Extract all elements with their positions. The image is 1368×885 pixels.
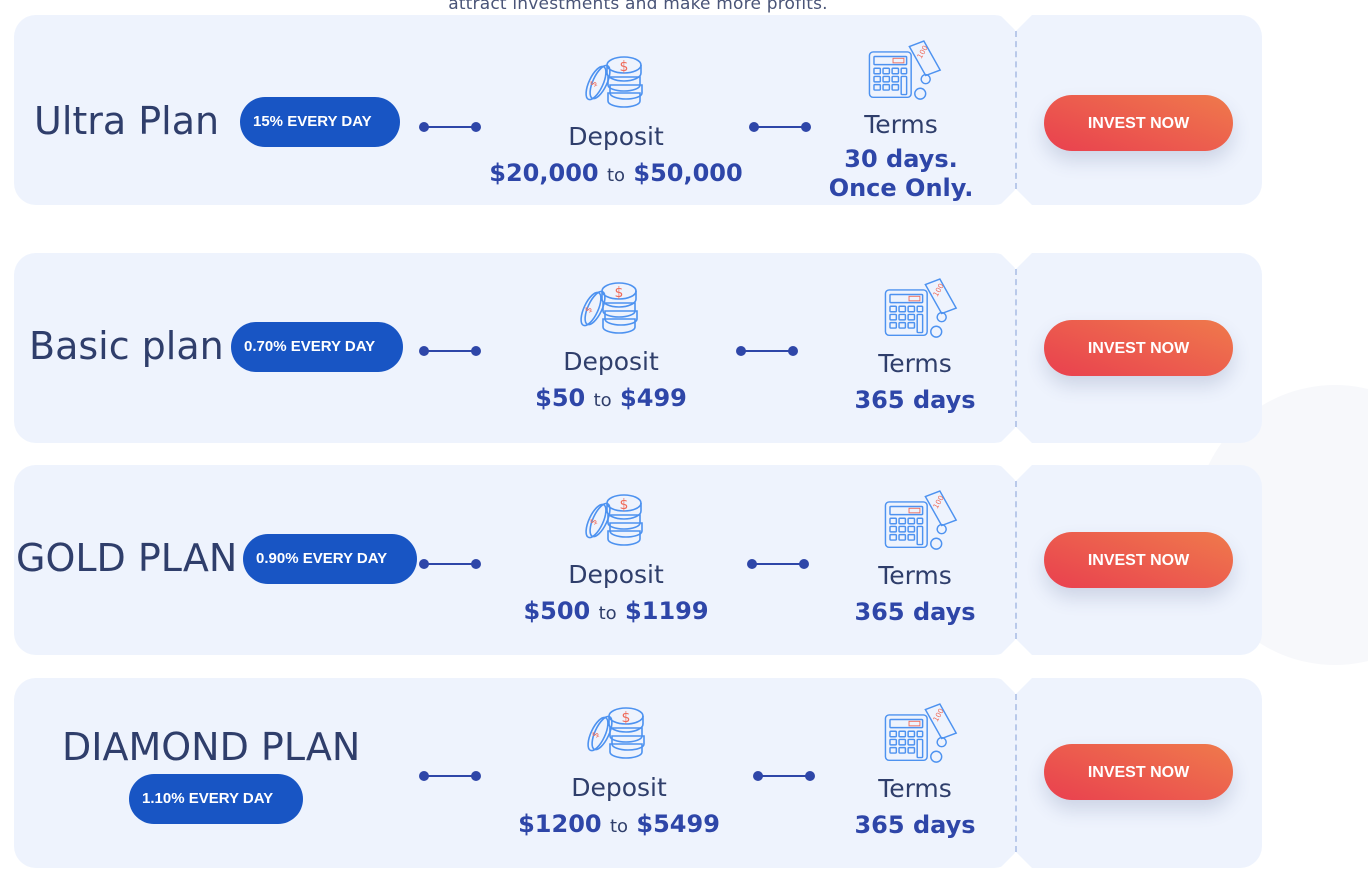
plan-name: Basic plan [29, 324, 224, 368]
range-separator: to [609, 816, 629, 837]
invest-now-button[interactable]: INVEST NOW [1044, 95, 1233, 151]
rate-badge: 0.70% EVERY DAY [231, 322, 403, 372]
terms-column: Terms 365 days [815, 349, 1015, 415]
dashed-divider [1015, 269, 1017, 427]
deposit-column: Deposit $500 to $1199 [466, 560, 766, 628]
coins-icon [582, 494, 643, 546]
terms-label: Terms [878, 561, 952, 590]
range-separator: to [593, 390, 612, 411]
rate-badge: 15% EVERY DAY [240, 97, 400, 147]
terms-column: Terms 365 days [815, 561, 1015, 627]
deposit-min: $500 [523, 597, 591, 625]
range-separator: to [598, 603, 617, 624]
rate-badge: 1.10% EVERY DAY [129, 774, 303, 824]
plan-name: DIAMOND PLAN [62, 725, 361, 769]
terms-value-line1: 365 days [854, 598, 976, 626]
calculator-icon [884, 278, 957, 338]
deposit-range: $500 to $1199 [466, 597, 766, 628]
terms-value-line1: 30 days. [844, 145, 958, 173]
plan-card-gold: GOLD PLAN 0.90% EVERY DAY Deposit $500 t… [14, 465, 1262, 655]
plan-card-basic: Basic plan 0.70% EVERY DAY Deposit $50 t… [14, 253, 1262, 443]
calculator-icon [868, 40, 941, 100]
plan-name: GOLD PLAN [16, 536, 238, 580]
plan-card-diamond: DIAMOND PLAN 1.10% EVERY DAY Deposit $12… [14, 678, 1262, 868]
rate-badge: 0.90% EVERY DAY [243, 534, 417, 584]
deposit-min: $50 [535, 384, 586, 412]
coins-icon [584, 707, 645, 759]
terms-value-line2: Once Only. [828, 174, 974, 202]
invest-now-button[interactable]: INVEST NOW [1044, 744, 1233, 800]
deposit-min: $1200 [518, 810, 602, 838]
coins-icon [582, 56, 643, 108]
deposit-label: Deposit [568, 122, 664, 151]
connector [747, 558, 809, 570]
deposit-range: $50 to $499 [461, 384, 761, 415]
deposit-label: Deposit [571, 773, 667, 802]
dashed-divider [1015, 481, 1017, 639]
calculator-icon [884, 490, 957, 550]
dashed-divider [1015, 31, 1017, 189]
dashed-divider [1015, 694, 1017, 852]
terms-label: Terms [878, 774, 952, 803]
invest-now-button[interactable]: INVEST NOW [1044, 532, 1233, 588]
terms-value-line1: 365 days [854, 811, 976, 839]
terms-label: Terms [878, 349, 952, 378]
deposit-range: $20,000 to $50,000 [466, 159, 766, 190]
connector [753, 770, 815, 782]
deposit-label: Deposit [563, 347, 659, 376]
deposit-column: Deposit $20,000 to $50,000 [466, 122, 766, 190]
deposit-max: $499 [620, 384, 687, 412]
terms-value-line1: 365 days [854, 386, 976, 414]
plan-name: Ultra Plan [34, 99, 220, 143]
deposit-min: $20,000 [489, 159, 599, 187]
deposit-max: $1199 [625, 597, 709, 625]
intro-text: attract investments and make more profit… [448, 0, 828, 14]
terms-column: Terms 30 days. Once Only. [801, 110, 1001, 203]
invest-now-button[interactable]: INVEST NOW [1044, 320, 1233, 376]
deposit-label: Deposit [568, 560, 664, 589]
deposit-max: $5499 [636, 810, 720, 838]
deposit-column: Deposit $50 to $499 [461, 347, 761, 415]
terms-column: Terms 365 days [815, 774, 1015, 840]
deposit-range: $1200 to $5499 [469, 810, 769, 841]
connector [736, 345, 798, 357]
coins-icon [577, 282, 638, 334]
range-separator: to [606, 165, 626, 186]
calculator-icon [884, 703, 957, 763]
deposit-max: $50,000 [633, 159, 743, 187]
deposit-column: Deposit $1200 to $5499 [469, 773, 769, 841]
terms-label: Terms [864, 110, 938, 139]
plan-card-ultra: Ultra Plan 15% EVERY DAY Deposit $20,000… [14, 15, 1262, 205]
